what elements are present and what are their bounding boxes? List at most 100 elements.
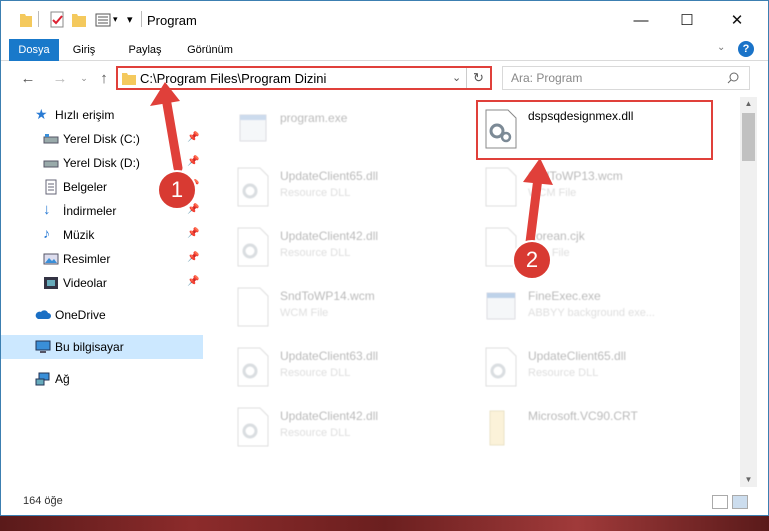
- pin-icon[interactable]: 📌: [187, 276, 199, 287]
- sidebar-item-label: Hızlı erişim: [55, 108, 115, 122]
- scroll-up-icon[interactable]: ▲: [740, 97, 757, 111]
- separator: [466, 68, 467, 88]
- sidebar-item-this-pc[interactable]: Bu bilgisayar: [1, 335, 203, 359]
- file-item[interactable]: FineExec.exe ABBYY background exe...: [478, 279, 718, 335]
- file-type: WCM File: [280, 307, 329, 319]
- sidebar-item-music[interactable]: ♪ Müzik 📌: [1, 223, 203, 247]
- expand-ribbon-icon[interactable]: ⌄: [717, 42, 725, 53]
- cloud-icon: [35, 310, 51, 319]
- file-type: Resource DLL: [280, 427, 351, 439]
- properties-icon[interactable]: [49, 11, 65, 29]
- sidebar-item-label: Ağ: [55, 372, 70, 386]
- sidebar-item-quick-access[interactable]: ★ Hızlı erişim: [1, 103, 203, 127]
- desktop-background: [0, 516, 769, 531]
- drive-icon: [43, 160, 59, 168]
- file-item[interactable]: UpdateClient65.dll Resource DLL: [478, 339, 718, 395]
- details-view-icon[interactable]: [712, 495, 728, 509]
- sidebar-item-network[interactable]: Ağ: [1, 367, 203, 391]
- explorer-window: ▾ ▾ Program — ☐ ✕ Dosya Giriş Paylaş Gör…: [0, 0, 769, 516]
- maximize-button[interactable]: ☐: [664, 1, 710, 39]
- file-item[interactable]: SndToWP14.wcm WCM File: [230, 279, 470, 335]
- new-folder-icon[interactable]: [71, 11, 87, 29]
- large-icons-view-icon[interactable]: [732, 495, 748, 509]
- help-icon[interactable]: ?: [738, 41, 754, 57]
- file-item[interactable]: program.exe: [230, 101, 470, 157]
- sidebar-item-label: Müzik: [63, 228, 95, 242]
- file-item[interactable]: Microsoft.VC90.CRT: [478, 399, 718, 455]
- pin-icon[interactable]: 📌: [187, 156, 199, 167]
- separator: [38, 11, 39, 27]
- sidebar-item-label: İndirmeler: [63, 204, 117, 218]
- vertical-scrollbar[interactable]: ▲ ▼: [740, 97, 757, 487]
- view-options-icon[interactable]: [95, 11, 111, 29]
- customize-qa-icon[interactable]: ▾: [127, 13, 133, 31]
- file-name: UpdateClient65.dll: [528, 349, 627, 363]
- pictures-icon: [43, 253, 59, 265]
- sidebar-item-label: Belgeler: [63, 180, 108, 194]
- file-name: UpdateClient42.dll: [280, 409, 379, 423]
- close-button[interactable]: ✕: [714, 1, 760, 39]
- exe-file-icon: [239, 114, 267, 142]
- refresh-icon[interactable]: ↻: [473, 70, 484, 86]
- search-box[interactable]: Ara: Program: [502, 66, 750, 90]
- download-icon: ↓: [43, 201, 51, 218]
- dll-file-icon: [237, 167, 269, 207]
- file-name: Microsoft.VC90.CRT: [528, 409, 638, 423]
- file-item[interactable]: UpdateClient63.dll Resource DLL: [230, 339, 470, 395]
- address-path: C:\Program Files\Program Dizini: [140, 71, 327, 86]
- dll-file-icon: [237, 407, 269, 447]
- file-item[interactable]: UpdateClient42.dll Resource DLL: [230, 399, 470, 455]
- sidebar-item-videos[interactable]: Videolar 📌: [1, 271, 203, 295]
- dll-file-icon: [237, 347, 269, 387]
- file-type: Resource DLL: [528, 367, 599, 379]
- drive-icon: [43, 134, 59, 144]
- sidebar-item-label: Bu bilgisayar: [55, 340, 124, 354]
- folder-icon: [122, 73, 136, 85]
- highlight-box-file: [476, 100, 713, 160]
- file-name: UpdateClient42.dll: [280, 229, 379, 243]
- file-type: Resource DLL: [280, 187, 351, 199]
- sidebar-item-local-disk-c[interactable]: Yerel Disk (C:) 📌: [1, 127, 203, 151]
- sidebar-item-onedrive[interactable]: OneDrive: [1, 303, 203, 327]
- recent-locations-button[interactable]: ⌄: [73, 67, 95, 89]
- up-button[interactable]: ↑: [93, 67, 115, 89]
- minimize-button[interactable]: —: [618, 1, 664, 39]
- navigation-bar: ← → ⌄ ↑ C:\Program Files\Program Dizini …: [1, 61, 768, 97]
- ribbon-tabs: Dosya Giriş Paylaş Görünüm ⌄ ?: [1, 39, 768, 61]
- sidebar-item-pictures[interactable]: Resimler 📌: [1, 247, 203, 271]
- item-count: 164 öğe: [23, 495, 63, 507]
- pin-icon[interactable]: 📌: [187, 228, 199, 239]
- search-placeholder: Ara: Program: [511, 71, 583, 85]
- computer-icon: [35, 340, 51, 353]
- address-bar[interactable]: C:\Program Files\Program Dizini ⌄ ↻: [116, 66, 492, 90]
- music-icon: ♪: [43, 225, 50, 241]
- address-dropdown-icon[interactable]: ⌄: [452, 71, 461, 84]
- generic-file-icon: [485, 167, 517, 207]
- folder-icon: [489, 410, 505, 446]
- sidebar-item-label: Videolar: [63, 276, 107, 290]
- documents-icon: [45, 179, 57, 195]
- title-bar: ▾ ▾ Program — ☐ ✕: [1, 1, 768, 39]
- tab-view[interactable]: Görünüm: [185, 39, 235, 61]
- pin-icon[interactable]: 📌: [187, 132, 199, 143]
- file-item[interactable]: UpdateClient42.dll Resource DLL: [230, 219, 470, 275]
- qa-dropdown-icon[interactable]: ▾: [113, 14, 118, 32]
- dll-file-icon: [485, 347, 517, 387]
- tab-home[interactable]: Giriş: [67, 39, 101, 61]
- pin-icon[interactable]: 📌: [187, 252, 199, 263]
- sidebar-item-label: Yerel Disk (C:): [63, 132, 140, 146]
- status-bar: 164 öğe: [1, 487, 768, 515]
- scroll-down-icon[interactable]: ▼: [740, 473, 757, 487]
- file-name: program.exe: [280, 111, 348, 125]
- tab-share[interactable]: Paylaş: [125, 39, 165, 61]
- file-item[interactable]: UpdateClient65.dll Resource DLL: [230, 159, 470, 215]
- tab-file[interactable]: Dosya: [9, 39, 59, 61]
- file-name: UpdateClient63.dll: [280, 349, 379, 363]
- forward-button[interactable]: →: [49, 67, 71, 89]
- folder-icon: [20, 14, 32, 27]
- back-button[interactable]: ←: [17, 67, 39, 89]
- sidebar-item-label: Yerel Disk (D:): [63, 156, 140, 170]
- file-item[interactable]: SndToWP13.wcm WCM File: [478, 159, 718, 215]
- scroll-thumb[interactable]: [742, 113, 755, 161]
- file-name: UpdateClient65.dll: [280, 169, 379, 183]
